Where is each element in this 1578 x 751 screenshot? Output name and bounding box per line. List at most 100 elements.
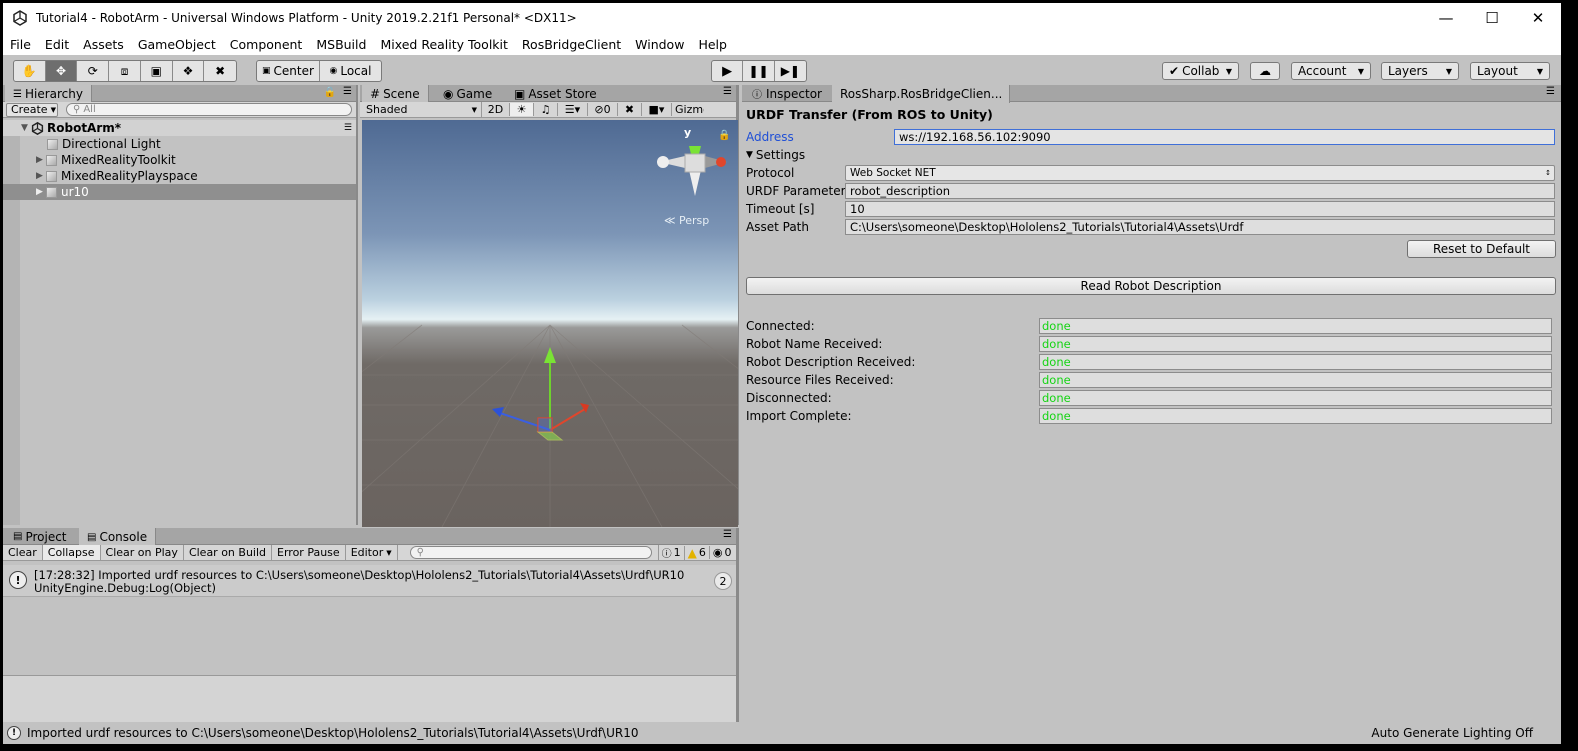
panel-menu-icon[interactable]: ☰ [343,86,352,97]
menu-edit[interactable]: Edit [38,37,76,52]
close-icon[interactable]: ✕ [1515,3,1561,33]
create-button[interactable]: Create ▼ [6,102,58,117]
tab-scene[interactable]: # Scene [362,85,429,103]
reset-to-default-button[interactable]: Reset to Default [1407,240,1556,258]
chevron-down-icon: ▼ [471,105,477,114]
settings-foldout[interactable]: ▼ Settings [746,147,805,163]
address-input[interactable]: ws://192.168.56.102:9090 [894,129,1555,145]
menu-gameobject[interactable]: GameObject [131,37,223,52]
layout-dropdown[interactable]: Layout ▼ [1470,62,1550,80]
fold-closed-icon[interactable]: ▶ [36,187,46,197]
tab-console[interactable]: ▤ Console [79,528,157,546]
hierarchy-item[interactable]: ▶ MixedRealityToolkit [3,152,356,168]
warning-filter-toggle[interactable]: ▲ 6 [683,545,709,560]
status-message[interactable]: Imported urdf resources to C:\Users\some… [27,726,638,740]
chevron-down-icon: ▼ [386,548,392,557]
hierarchy-item-selected[interactable]: ▶ ur10 [3,184,356,200]
asset-path-input[interactable]: C:\Users\someone\Desktop\Hololens2_Tutor… [845,219,1555,235]
console-search-input[interactable]: ⚲ [409,546,652,559]
pivot-center-button[interactable]: ▣ Center [257,61,320,81]
menu-msbuild[interactable]: MSBuild [309,37,373,52]
tab-hierarchy[interactable]: ☰ Hierarchy [5,85,92,103]
error-filter-toggle[interactable]: ◉ 0 [708,546,735,559]
rect-tool-icon[interactable]: ▣ [141,61,173,81]
move-gizmo[interactable] [490,345,610,465]
account-dropdown[interactable]: Account ▼ [1291,62,1371,80]
tools-icon[interactable]: ✖ [618,103,642,116]
custom-tool-icon[interactable]: ✖ [204,61,236,81]
play-icon[interactable]: ▶ [712,61,744,81]
tab-asset-store[interactable]: ▣ Asset Store [506,85,605,102]
lighting-status[interactable]: Auto Generate Lighting Off [1371,726,1533,740]
gizmos-dropdown[interactable]: Gizmo [672,103,704,116]
fold-open-icon[interactable]: ▼ [21,123,31,133]
scene-panel: # Scene ◉ Game ▣ Asset Store ☰ Shaded ▼ 2D ☀… [360,85,739,527]
console-detail-area[interactable] [3,676,736,722]
collab-button[interactable]: ✔ Collab ▼ [1162,62,1239,80]
clear-on-play-toggle[interactable]: Clear on Play [101,545,184,560]
cloud-button[interactable]: ☁ [1250,62,1280,80]
mode-2d-button[interactable]: 2D [482,103,510,116]
console-log-entry[interactable]: ! [17:28:32] Imported urdf resources to … [3,565,736,597]
clear-on-build-toggle[interactable]: Clear on Build [184,545,273,560]
scale-tool-icon[interactable]: ⧈ [109,61,141,81]
scene-viewport[interactable]: y 🔒 ≪ Persp [362,120,738,527]
hierarchy-item[interactable]: Directional Light [3,136,356,152]
persp-label[interactable]: ≪ Persp [664,214,709,227]
fold-closed-icon[interactable]: ▶ [36,171,46,181]
protocol-dropdown[interactable]: Web Socket NET ↕ [845,165,1555,181]
shading-dropdown[interactable]: Shaded ▼ [360,102,482,117]
clear-button[interactable]: Clear [3,545,43,560]
window-title: Tutorial4 - RobotArm - Universal Windows… [36,11,577,25]
menu-mixed-reality-toolkit[interactable]: Mixed Reality Toolkit [373,37,514,52]
panel-menu-icon[interactable]: ☰ [1546,86,1555,97]
hand-tool-icon[interactable]: ✋ [14,61,46,81]
maximize-icon[interactable]: ☐ [1469,3,1515,33]
minimize-icon[interactable]: — [1423,3,1469,33]
panel-menu-icon[interactable]: ☰ [723,529,732,540]
row-menu-icon[interactable]: ☰ [344,123,352,133]
timeout-input[interactable]: 10 [845,201,1555,217]
scene-row[interactable]: ▼ RobotArm* ☰ [3,120,356,136]
hidden-objects-toggle[interactable]: ⊘ 0 [588,103,618,116]
menu-file[interactable]: File [3,37,38,52]
info-filter-toggle[interactable]: ⓘ 1 [657,545,684,560]
editor-dropdown[interactable]: Editor ▼ [346,545,398,560]
status-value: done [1039,354,1552,370]
pivot-local-button[interactable]: ◉ Local [320,61,381,81]
camera-icon[interactable]: ■▾ [642,103,672,116]
menu-assets[interactable]: Assets [76,37,131,52]
tab-inspector[interactable]: ⓘ Inspector [744,85,830,102]
panel-menu-icon[interactable]: ☰ [723,86,732,97]
chevron-updown-icon: ↕ [1545,169,1551,177]
menu-window[interactable]: Window [628,37,691,52]
error-pause-toggle[interactable]: Error Pause [272,545,346,560]
fold-closed-icon[interactable]: ▶ [36,155,46,165]
gameobject-icon [47,138,58,150]
lock-icon[interactable]: 🔒 [718,130,730,141]
tab-project[interactable]: ▤ Project [5,528,75,545]
light-icon[interactable]: ☀ [510,103,534,116]
local-label: Local [340,64,372,78]
effects-icon[interactable]: ☰▾ [558,103,588,116]
step-icon[interactable]: ▶❚ [775,61,806,81]
menu-help[interactable]: Help [691,37,734,52]
rotate-tool-icon[interactable]: ⟳ [77,61,110,81]
hierarchy-item[interactable]: ▶ MixedRealityPlayspace [3,168,356,184]
tab-game[interactable]: ◉ Game [435,85,500,102]
collapse-toggle[interactable]: Collapse [42,545,101,560]
menu-rosbridgeclient[interactable]: RosBridgeClient [515,37,628,52]
account-label: Account [1298,64,1347,78]
lock-icon[interactable]: 🔒 [324,87,336,98]
menu-component[interactable]: Component [223,37,310,52]
pause-icon[interactable]: ❚❚ [743,61,775,81]
tab-rosbridge-client[interactable]: RosSharp.RosBridgeClien... [832,85,1010,103]
transform-tool-icon[interactable]: ❖ [173,61,205,81]
urdf-parameter-input[interactable]: robot_description [845,183,1555,199]
move-tool-icon[interactable]: ✥ [45,61,78,81]
hierarchy-search-input[interactable]: ⚲ All [66,103,352,116]
layers-dropdown[interactable]: Layers ▼ [1381,62,1459,80]
read-robot-description-button[interactable]: Read Robot Description [746,277,1556,295]
scene-subbar: Shaded ▼ 2D ☀ ♫ ☰▾ ⊘0 ✖ ■▾ Gizmo [360,102,736,118]
audio-icon[interactable]: ♫ [534,103,558,116]
